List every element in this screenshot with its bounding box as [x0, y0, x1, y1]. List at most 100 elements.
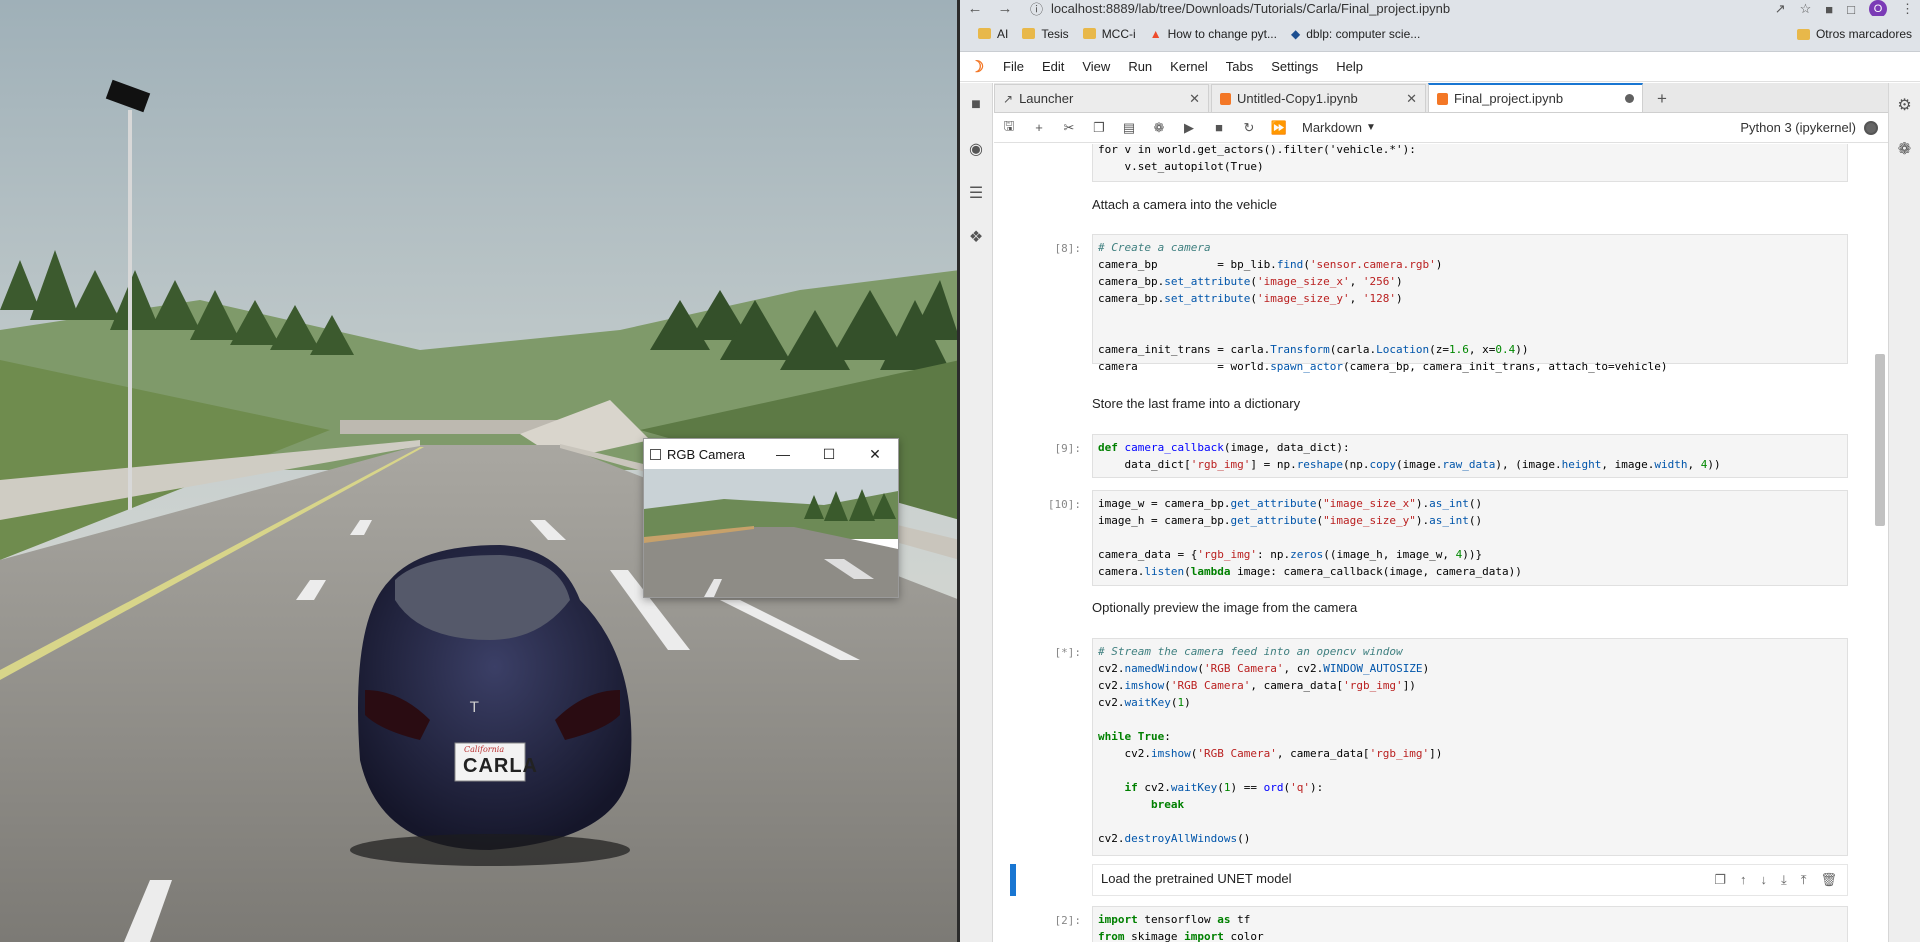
run-icon[interactable]: ▶	[1174, 120, 1204, 136]
move-down-icon[interactable]: ↓	[1760, 872, 1767, 888]
markdown-cell[interactable]: Attach a camera into the vehicle	[1092, 197, 1277, 212]
delete-cell-icon[interactable]: 🗑	[1820, 872, 1837, 888]
copy-icon[interactable]: ❐	[1084, 120, 1114, 136]
share-icon[interactable]: ↗	[1775, 1, 1786, 17]
bookmark-pytorch[interactable]: ▲ How to change pyt...	[1150, 27, 1277, 41]
left-sidebar: ■ ◉ ☰ ❖	[960, 83, 993, 942]
address-bar[interactable]: ← → ⓘ localhost:8889/lab/tree/Downloads/…	[960, 0, 1920, 18]
file-browser-icon[interactable]: ■	[960, 83, 992, 127]
menu-icon[interactable]: ⋮	[1901, 1, 1914, 17]
run-all-icon[interactable]: ⏩	[1264, 120, 1294, 136]
markdown-text: Load the pretrained UNET model	[1101, 871, 1292, 886]
stop-icon[interactable]: ■	[1204, 120, 1234, 135]
menu-run[interactable]: Run	[1119, 59, 1161, 74]
cell-prompt: [2]:	[1054, 914, 1082, 927]
launcher-icon: ↗	[1003, 91, 1014, 106]
menu-edit[interactable]: Edit	[1033, 59, 1073, 74]
property-inspector-icon[interactable]: ⚙	[1889, 83, 1920, 127]
bookmarks-bar: AI Tesis MCC-i ▲ How to change pyt... ◆ db…	[960, 16, 1920, 52]
cell-type-value: Markdown	[1302, 120, 1362, 135]
cell-prompt: [10]:	[1047, 498, 1081, 511]
kernel-busy-icon	[1864, 120, 1878, 135]
code-cell[interactable]: [10]: image_w = camera_bp.get_attribute(…	[994, 490, 1848, 586]
code-editor[interactable]: import tensorflow as tf from skimage imp…	[1092, 906, 1848, 942]
bookmark-tesis[interactable]: Tesis	[1022, 27, 1069, 41]
scrollbar-thumb[interactable]	[1875, 354, 1885, 526]
close-icon[interactable]: ✕	[852, 439, 898, 469]
minimize-icon[interactable]: —	[760, 439, 806, 469]
code-editor[interactable]: def camera_callback(image, data_dict): d…	[1092, 434, 1848, 478]
insert-below-icon[interactable]: ⤒	[1801, 872, 1807, 888]
new-tab-plus-icon[interactable]: +	[1649, 86, 1675, 112]
debug-icon[interactable]: ❁	[1144, 120, 1174, 136]
notebook-scrollbar[interactable]	[1874, 148, 1886, 940]
table-of-contents-icon[interactable]: ☰	[960, 171, 992, 215]
bookmark-ai[interactable]: AI	[978, 27, 1008, 41]
bookmark-mcc-i[interactable]: MCC-i	[1082, 27, 1136, 41]
cell-type-select[interactable]: Markdown ▼	[1302, 120, 1376, 135]
forward-icon[interactable]: →	[990, 0, 1020, 17]
site-info-icon[interactable]: ⓘ	[1030, 0, 1043, 18]
menu-settings[interactable]: Settings	[1262, 59, 1327, 74]
save-icon[interactable]: 🖫	[994, 117, 1024, 139]
sidebar-icon[interactable]: □	[1847, 2, 1855, 17]
bookmark-star-icon[interactable]: ☆	[1800, 1, 1812, 17]
cell-prompt: [*]:	[1054, 646, 1082, 659]
tab-final-project[interactable]: Final_project.ipynb	[1428, 83, 1643, 112]
tab-label: Launcher	[1019, 91, 1074, 106]
carla-simulator-view: T California CARLA RGB Camera — ☐ ✕	[0, 0, 960, 942]
extensions-icon[interactable]: ■	[1825, 2, 1833, 17]
rgb-camera-window[interactable]: RGB Camera — ☐ ✕	[643, 438, 899, 598]
cell-prompt: [9]:	[1054, 442, 1082, 455]
maximize-icon[interactable]: ☐	[806, 439, 852, 469]
paste-icon[interactable]: ▤	[1114, 120, 1144, 136]
cell-toolbar: ❐ ↑ ↓ ⤓ ⤒ 🗑	[1714, 872, 1837, 888]
code-editor[interactable]: image_w = camera_bp.get_attribute("image…	[1092, 490, 1848, 586]
duplicate-cell-icon[interactable]: ❐	[1714, 872, 1726, 888]
code-cell[interactable]: [8]: # Create a camera camera_bp = bp_li…	[994, 234, 1848, 373]
code-cell[interactable]: [*]: # Stream the camera feed into an op…	[994, 638, 1848, 856]
insert-above-icon[interactable]: ⤓	[1781, 872, 1787, 888]
back-icon[interactable]: ←	[960, 0, 990, 17]
tab-label: Untitled-Copy1.ipynb	[1237, 91, 1358, 106]
notebook-panel[interactable]: for v in world.get_actors().filter('vehi…	[994, 144, 1888, 942]
unsaved-dot-icon[interactable]	[1625, 94, 1634, 103]
markdown-cell[interactable]: Store the last frame into a dictionary	[1092, 396, 1300, 411]
dblp-icon: ◆	[1290, 26, 1301, 41]
notebook-toolbar: 🖫 + ✂ ❐ ▤ ❁ ▶ ■ ↻ ⏩ Markdown ▼ Python 3 (…	[994, 113, 1888, 143]
other-bookmarks[interactable]: Otros marcadores	[1796, 16, 1912, 52]
notebook-icon	[1220, 92, 1231, 105]
tab-launcher[interactable]: ↗ Launcher ✕	[994, 84, 1209, 112]
url-text[interactable]: localhost:8889/lab/tree/Downloads/Tutori…	[1051, 1, 1450, 16]
kernel-status[interactable]: Python 3 (ipykernel)	[1740, 120, 1878, 135]
debugger-icon[interactable]: ❁	[1889, 127, 1920, 171]
menu-file[interactable]: File	[994, 59, 1033, 74]
code-editor[interactable]: # Create a camera camera_bp = bp_lib.fin…	[1092, 234, 1848, 373]
code-cell[interactable]: for v in world.get_actors().filter('vehi…	[994, 144, 1848, 182]
bookmark-dblp[interactable]: ◆ dblp: computer scie...	[1291, 27, 1420, 41]
restart-icon[interactable]: ↻	[1234, 120, 1264, 136]
jupyter-menubar: ☽ File Edit View Run Kernel Tabs Setting…	[960, 52, 1920, 82]
bookmark-label: AI	[997, 26, 1009, 41]
camera-preview-image	[644, 469, 898, 597]
move-up-icon[interactable]: ↑	[1740, 872, 1747, 888]
folder-icon	[1022, 28, 1036, 39]
menu-help[interactable]: Help	[1327, 59, 1372, 74]
markdown-cell-selected[interactable]: Load the pretrained UNET model ❐ ↑ ↓ ⤓ ⤒…	[1092, 864, 1848, 896]
code-editor[interactable]: # Stream the camera feed into an opencv …	[1092, 638, 1848, 856]
tab-untitled-copy[interactable]: Untitled-Copy1.ipynb ✕	[1211, 84, 1426, 112]
code-editor[interactable]: for v in world.get_actors().filter('vehi…	[1092, 144, 1848, 182]
add-cell-icon[interactable]: +	[1024, 120, 1054, 135]
code-cell[interactable]: [2]: import tensorflow as tf from skimag…	[994, 906, 1848, 942]
menu-kernel[interactable]: Kernel	[1161, 59, 1217, 74]
cut-icon[interactable]: ✂	[1054, 120, 1084, 136]
close-tab-icon[interactable]: ✕	[1189, 91, 1200, 107]
menu-view[interactable]: View	[1073, 59, 1119, 74]
menu-tabs[interactable]: Tabs	[1217, 59, 1262, 74]
window-titlebar[interactable]: RGB Camera — ☐ ✕	[644, 439, 898, 469]
extensions-puzzle-icon[interactable]: ❖	[960, 215, 992, 259]
running-sessions-icon[interactable]: ◉	[960, 127, 992, 171]
close-tab-icon[interactable]: ✕	[1406, 91, 1417, 107]
markdown-cell[interactable]: Optionally preview the image from the ca…	[1092, 600, 1357, 615]
code-cell[interactable]: [9]: def camera_callback(image, data_dic…	[994, 434, 1848, 478]
